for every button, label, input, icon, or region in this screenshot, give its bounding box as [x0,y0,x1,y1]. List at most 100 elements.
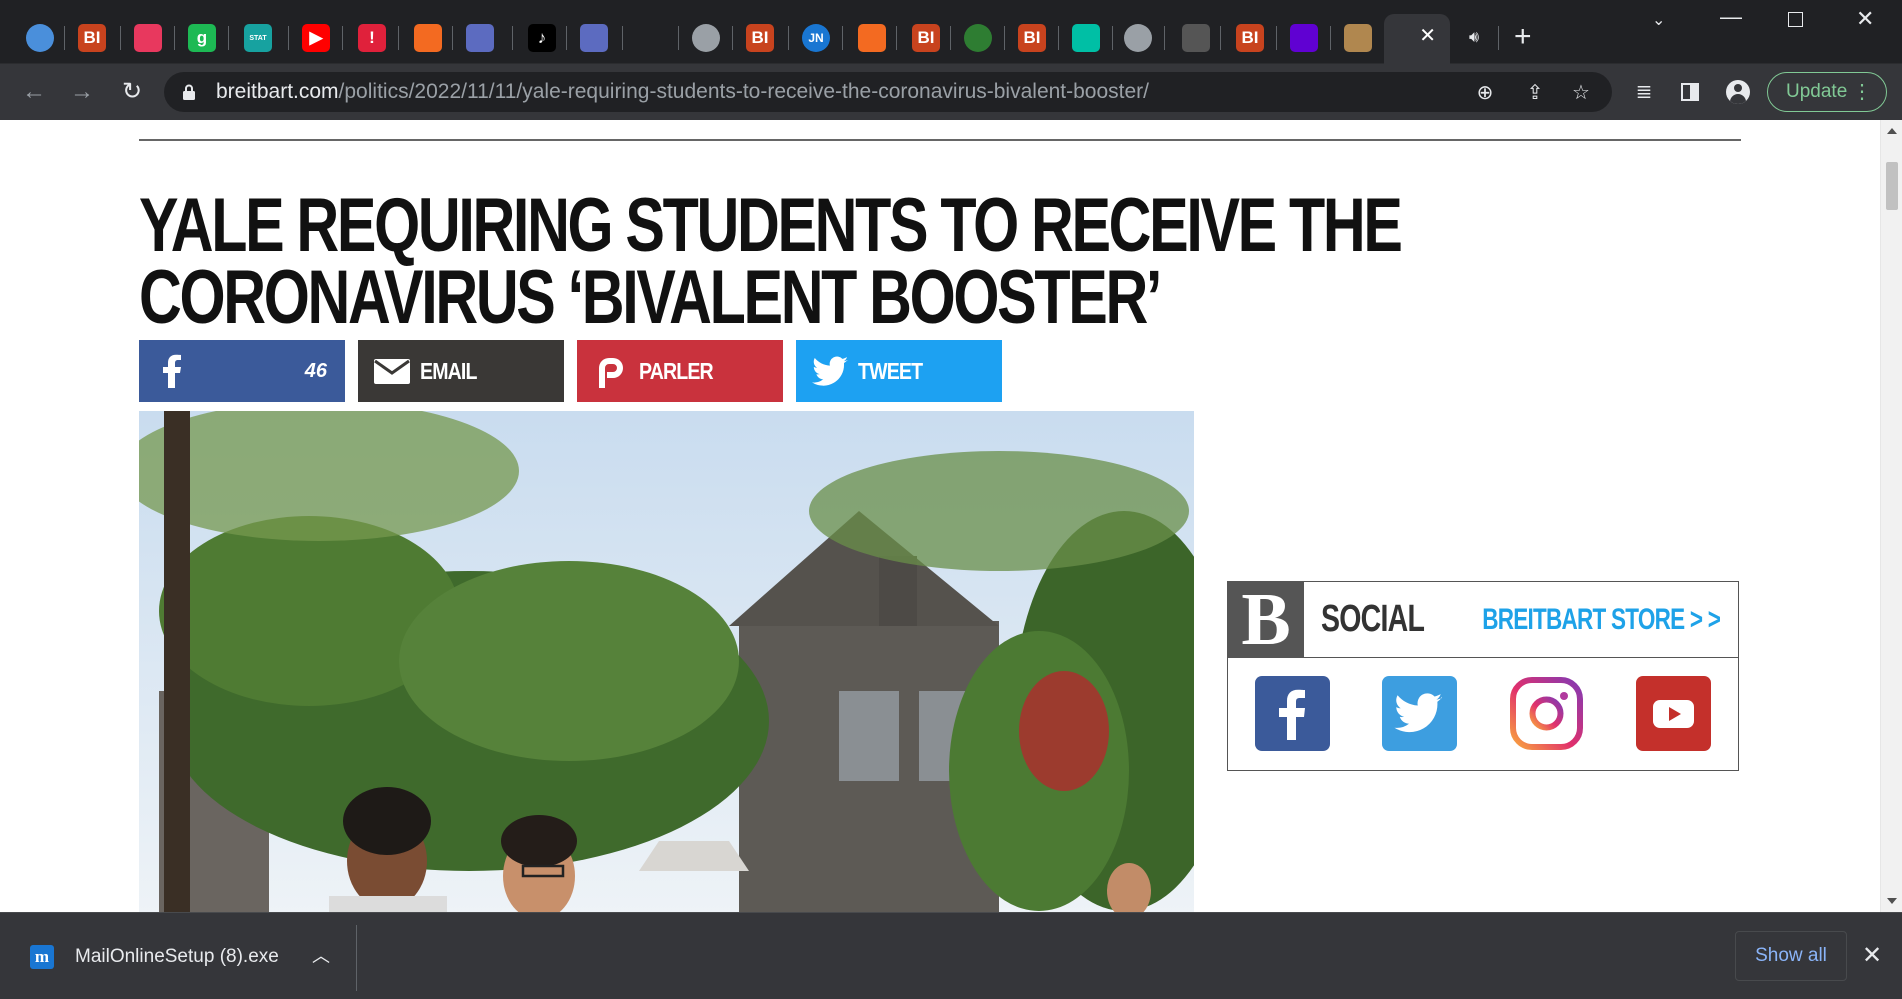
chevron-up-icon[interactable]: ︿ [312,943,330,969]
globe-icon [1124,24,1152,52]
close-window-icon[interactable]: ✕ [1856,8,1874,30]
arrow-icon [580,24,608,52]
tab-4[interactable]: g [182,18,222,58]
scroll-down-arrow-icon[interactable] [1887,898,1897,904]
close-download-bar-icon[interactable]: ✕ [1862,941,1882,971]
tab-separator [788,26,789,50]
tab-audio[interactable]: 🔊︎ [1454,18,1494,58]
tweet-share-label: TWEET [858,358,923,384]
new-tab-button[interactable]: + [1514,22,1532,52]
more-menu-icon[interactable]: ⋮ [1852,73,1872,111]
side-panel-icon[interactable] [1676,78,1704,106]
instagram-icon [1510,677,1583,750]
tab-19[interactable] [1066,18,1106,58]
tab-3[interactable] [128,18,168,58]
social-youtube-link[interactable] [1636,676,1711,751]
tab-10[interactable]: ♪ [522,18,562,58]
tab-12[interactable] [686,18,726,58]
profile-avatar-icon[interactable] [1724,78,1752,106]
tab-14[interactable]: JN [796,18,836,58]
pinwheel-icon [134,24,162,52]
tab-7[interactable]: ! [352,18,392,58]
minimize-icon[interactable]: — [1720,6,1742,28]
tab-15[interactable] [852,18,892,58]
social-twitter-link[interactable] [1382,676,1457,751]
g-icon: g [188,24,216,52]
bi-icon: BI [78,24,106,52]
tab-20[interactable] [1118,18,1158,58]
tab-active[interactable]: ✕ [1384,14,1450,64]
tab-8[interactable] [408,18,448,58]
parler-share-label: PARLER [639,358,714,384]
bookmark-stack-icon [414,24,442,52]
maximize-icon[interactable] [1788,12,1803,27]
social-instagram-link[interactable] [1509,676,1584,751]
twitter-share-button[interactable]: TWEET [796,340,1002,402]
parler-share-button[interactable]: PARLER [577,340,783,402]
jn-icon: JN [802,24,830,52]
lock-icon[interactable] [182,84,196,100]
tab-13[interactable]: BI [740,18,780,58]
tab-21[interactable] [1176,18,1216,58]
alert-icon: ! [358,24,386,52]
tab-separator [842,26,843,50]
tab-24[interactable] [1338,18,1378,58]
page-content: YALE REQUIRING STUDENTS TO RECEIVE THE C… [0,120,1880,912]
article-headline: YALE REQUIRING STUDENTS TO RECEIVE THE C… [139,188,1403,336]
address-bar[interactable]: breitbart.com/politics/2022/11/11/yale-r… [164,72,1612,112]
share-icon[interactable]: ⇪ [1524,82,1546,104]
stat-icon: STAT [244,24,272,52]
tab-5[interactable]: STAT [238,18,278,58]
twitter-icon [1394,693,1442,733]
tab-search-chevron-down-icon[interactable]: ⌄ [1652,10,1665,32]
close-tab-icon[interactable]: ✕ [1419,26,1436,46]
bars-icon [1072,24,1100,52]
tab-17[interactable] [958,18,998,58]
tab-separator [1276,26,1277,50]
tab-18[interactable]: BI [1012,18,1052,58]
tab-separator [566,26,567,50]
back-arrow-icon[interactable]: ← [20,78,48,106]
url-text[interactable]: breitbart.com/politics/2022/11/11/yale-r… [216,81,1149,103]
tab-separator [1112,26,1113,50]
bookmark-star-icon[interactable]: ☆ [1570,82,1592,104]
update-button[interactable]: Update ⋮ [1767,72,1887,112]
tab-23[interactable] [1284,18,1324,58]
monogram-icon [1182,24,1210,52]
tab-9[interactable] [460,18,500,58]
youtube-icon [1653,700,1694,728]
tab-separator [174,26,175,50]
page-scrollbar[interactable] [1880,120,1902,912]
zoom-icon[interactable]: ⊕ [1474,82,1496,104]
tab-separator [1164,26,1165,50]
tab-separator [452,26,453,50]
breitbart-store-link[interactable]: BREITBART STORE > > [1482,602,1721,638]
reload-icon[interactable]: ↻ [118,78,146,106]
download-file-name[interactable]: MailOnlineSetup (8).exe [75,944,279,970]
facebook-icon [1279,689,1305,740]
tab-separator [1058,26,1059,50]
forward-arrow-icon[interactable]: → [68,78,96,106]
breitbart-logo[interactable]: B [1228,582,1304,658]
tab-1[interactable] [20,18,60,58]
bi-icon: BI [746,24,774,52]
browser-toolbar: ← → ↻ breitbart.com/politics/2022/11/11/… [0,64,1902,120]
tab-separator [622,26,623,50]
tab-6[interactable]: ▶ [296,18,336,58]
download-bar: m MailOnlineSetup (8).exe ︿ Show all ✕ [0,912,1902,999]
tab-2[interactable]: BI [72,18,112,58]
social-facebook-link[interactable] [1255,676,1330,751]
scroll-up-arrow-icon[interactable] [1887,128,1897,134]
show-all-button[interactable]: Show all [1735,931,1847,981]
scrollbar-thumb[interactable] [1886,162,1898,210]
facebook-share-button[interactable]: 46 [139,340,345,402]
reading-list-icon[interactable]: ≣ [1630,78,1658,106]
tab-separator [512,26,513,50]
update-label: Update [1786,81,1848,102]
tab-22[interactable]: BI [1230,18,1270,58]
email-share-button[interactable]: EMAIL [358,340,564,402]
tab-16[interactable]: BI [906,18,946,58]
social-widget: B SOCIAL BREITBART STORE > > [1227,581,1739,771]
tab-separator [896,26,897,50]
tab-11[interactable] [574,18,614,58]
